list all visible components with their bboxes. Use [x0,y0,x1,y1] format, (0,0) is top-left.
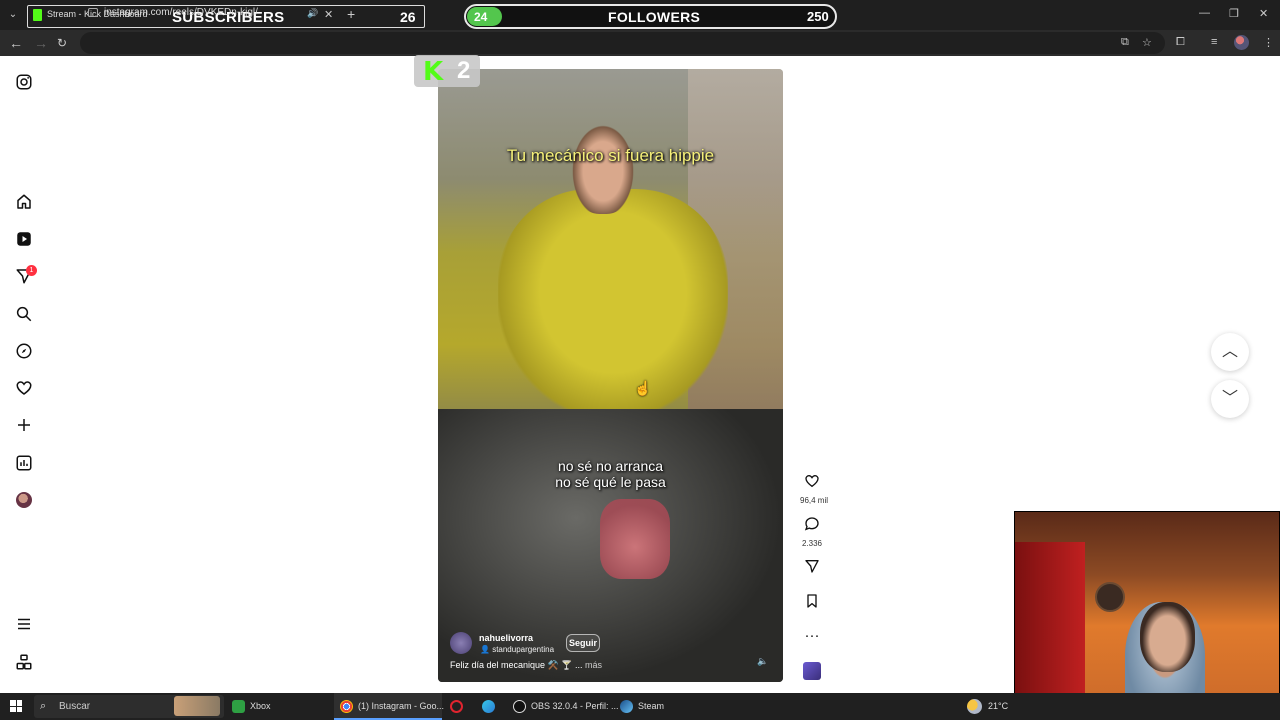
reload-icon[interactable]: ↻ [57,36,67,50]
previous-reel-button[interactable]: ︿ [1211,333,1249,371]
comment-button[interactable]: 2.336 [800,516,824,548]
webcam-overlay [1014,511,1280,720]
bookmark-icon [807,594,817,608]
audio-thumbnail[interactable] [803,662,821,680]
obs-icon [513,700,526,713]
url-text[interactable]: instagram.com/reels/DVKEDn-kjgl/ [104,7,258,18]
heart-icon [805,474,819,488]
kick-logo-icon: K [423,57,444,87]
subtitle-line-2: no sé qué le pasa [555,474,666,490]
reel-person-head [568,119,638,214]
subscribers-count: 26 [400,9,416,25]
xbox-icon [232,700,245,713]
taskbar-app-label: Steam [638,701,665,711]
search-icon: ⌕ [40,700,47,712]
window-close-icon[interactable]: ✕ [1259,7,1268,20]
instagram-icon[interactable] [15,73,33,91]
media-control-icon[interactable]: ≡ [1211,36,1217,48]
taskbar-app-opera[interactable] [444,693,472,720]
weather-icon[interactable] [967,699,982,714]
taskbar-search-placeholder: Buscar [59,701,91,712]
bookmark-star-icon[interactable]: ☆ [1142,36,1152,49]
next-reel-button[interactable]: ﹀ [1211,380,1249,418]
collaborator-label: standupargentina [492,645,555,654]
browser-profile-avatar[interactable] [1234,35,1249,50]
chrome-icon [340,700,353,713]
dashboard-icon[interactable] [15,454,33,472]
edge-icon [482,700,495,713]
site-info-icon[interactable] [88,8,98,17]
reel-person [498,189,728,419]
extensions-icon[interactable]: ⧠ [1176,36,1185,49]
meta-apps-icon[interactable] [15,653,33,671]
followers-current: 24 [474,10,488,24]
volume-icon[interactable]: 🔈 [757,656,769,668]
weather-temperature: 21°C [988,701,1009,711]
reel-subtitle: no sé no arranca no sé qué le pasa [438,458,783,490]
taskbar-app-chrome[interactable]: (1) Instagram - Goo... [334,693,445,720]
author-avatar[interactable] [450,632,472,654]
steam-icon [620,700,633,713]
search-highlight-image [174,696,220,716]
taskbar-app-label: OBS 32.0.4 - Perfil: ... [531,701,619,711]
reels-icon[interactable] [15,230,33,248]
comments-count: 2.336 [801,539,823,548]
author-name[interactable]: nahuelivorra [479,633,533,643]
back-icon[interactable]: ← [9,35,23,51]
followers-goal: 250 [807,9,829,24]
explore-icon[interactable] [15,342,33,360]
collaborator-name[interactable]: 👤 standupargentina [480,645,554,654]
taskbar-app-obs[interactable]: OBS 32.0.4 - Perfil: ... [507,693,619,720]
browser-menu-icon[interactable]: ⋮ [1263,36,1274,49]
like-button[interactable]: 96,4 mil [800,473,829,505]
forward-icon[interactable]: → [34,35,48,51]
taskbar-app-edge[interactable] [476,693,504,720]
save-button[interactable] [800,593,824,614]
opera-icon [450,700,463,713]
profile-avatar[interactable] [16,492,32,508]
taskbar-app-label: (1) Instagram - Goo... [358,701,445,711]
tab-list-button[interactable]: ⌄ [5,7,21,23]
home-icon[interactable] [15,193,33,211]
reel-coolant-reservoir [600,499,670,579]
webcam-wall-clock [1095,582,1125,612]
chevron-down-icon: ﹀ [1221,390,1238,407]
followers-label: FOLLOWERS [608,9,701,25]
ellipsis-icon: ··· [804,627,820,644]
more-menu-icon[interactable] [15,615,33,633]
windows-start-icon[interactable] [10,700,22,712]
chevron-up-icon: ︿ [1221,343,1238,360]
restore-icon[interactable]: ❐ [1229,7,1239,20]
more-options-button[interactable]: ··· [800,627,824,645]
search-icon[interactable] [15,305,33,323]
reel-caption: Feliz día del mecanique ⚒️ 🍸 ... más [450,660,602,671]
mouse-cursor-icon: ☝ [634,380,652,396]
create-plus-icon[interactable] [15,416,33,434]
address-bar[interactable] [80,32,1165,54]
taskbar-app-label: Xbox [250,701,271,711]
follow-button[interactable]: Seguir [566,634,600,652]
reel-video[interactable]: Tu mecánico si fuera hippie no sé no arr… [438,69,783,682]
messages-badge: 1 [26,265,37,276]
install-app-icon[interactable]: ⧉ [1121,36,1129,49]
likes-count: 96,4 mil [800,496,829,505]
webcam-person-head [1140,602,1195,672]
reel-title-overlay: Tu mecánico si fuera hippie [506,146,715,165]
windows-taskbar: ⌕ Buscar Xbox (1) Instagram - Goo... OBS… [0,693,1280,720]
subtitle-line-1: no sé no arranca [557,458,664,474]
kick-counter-value: 2 [457,57,471,84]
caption-more-link[interactable]: más [585,660,602,670]
taskbar-app-xbox[interactable]: Xbox [226,693,326,720]
share-icon [805,560,819,573]
notifications-heart-icon[interactable] [15,379,33,397]
minimize-icon[interactable]: — [1199,7,1210,19]
share-button[interactable] [800,558,824,579]
taskbar-app-steam[interactable]: Steam [614,693,684,720]
comment-icon [804,517,819,531]
browser-toolbar: ← → ↻ ⧉ ☆ ⧠ ≡ ⋮ [0,30,1280,56]
caption-text: Feliz día del mecanique ⚒️ 🍸 ... [450,660,583,670]
